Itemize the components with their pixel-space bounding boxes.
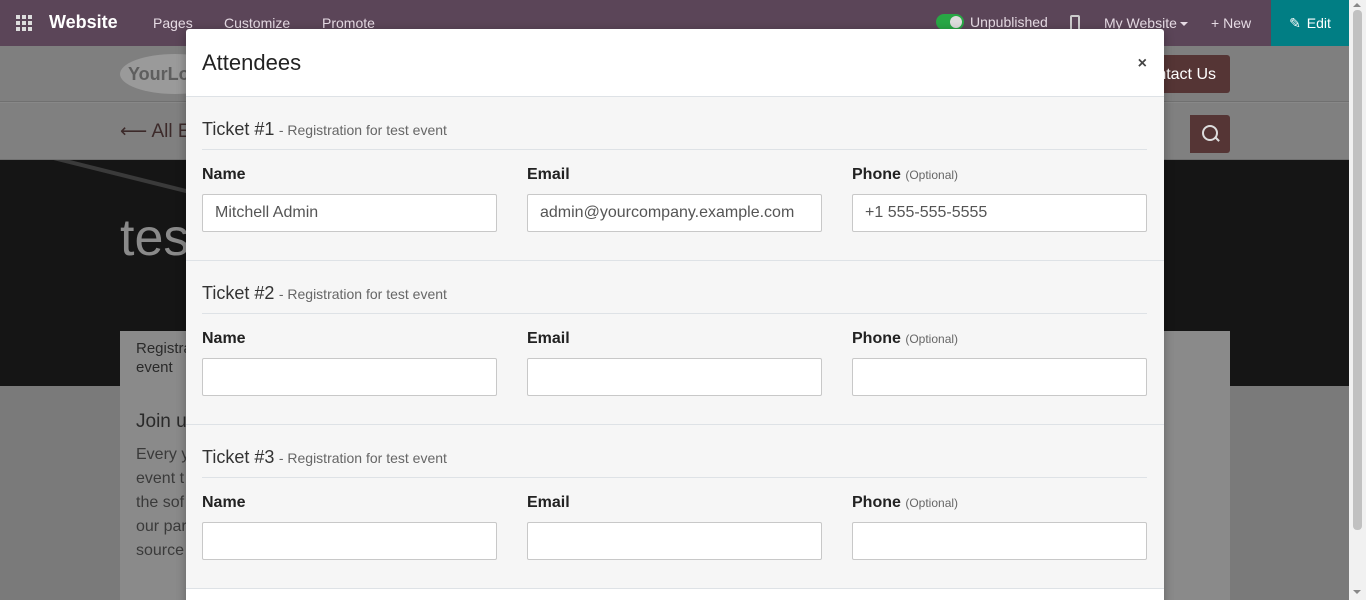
close-icon[interactable]: × (1138, 55, 1147, 73)
name-field-group: Name (202, 166, 497, 232)
phone-label: Phone (Optional) (852, 166, 1147, 184)
email-input[interactable] (527, 194, 822, 232)
scroll-thumb[interactable] (1353, 10, 1362, 530)
event-title: tes (120, 209, 190, 267)
scroll-down-icon[interactable] (1353, 590, 1361, 594)
publish-toggle[interactable]: Unpublished (936, 14, 1048, 30)
name-input[interactable] (202, 522, 497, 560)
back-label: All E (151, 121, 191, 142)
apps-grid-icon[interactable] (16, 15, 32, 31)
edit-button-label: Edit (1306, 15, 1331, 31)
edit-button[interactable]: ✎ Edit (1271, 0, 1349, 46)
pencil-icon: ✎ (1289, 14, 1301, 31)
search-icon (1190, 115, 1230, 153)
name-field-group: Name (202, 330, 497, 396)
ticket-number: Ticket #3 (202, 447, 275, 467)
phone-input[interactable] (852, 522, 1147, 560)
publish-status-label: Unpublished (970, 14, 1048, 30)
ticket-number: Ticket #1 (202, 119, 275, 139)
email-label: Email (527, 330, 570, 347)
plus-icon: + (1211, 15, 1220, 31)
name-input[interactable] (202, 194, 497, 232)
phone-label-text: Phone (852, 494, 901, 511)
ticket-heading: Ticket #1 - Registration for test event (202, 119, 1147, 150)
phone-label-text: Phone (852, 166, 901, 183)
website-brand[interactable]: Website (49, 12, 118, 33)
phone-field-group: Phone (Optional) (852, 166, 1147, 232)
ticket-section: Ticket #3 - Registration for test event … (186, 425, 1164, 589)
modal-header: Attendees × (186, 29, 1164, 97)
back-to-events-link: ⟵ All E (120, 121, 191, 142)
email-field-group: Email (527, 494, 822, 560)
ticket-heading: Ticket #2 - Registration for test event (202, 283, 1147, 314)
email-label: Email (527, 166, 570, 183)
phone-input[interactable] (852, 358, 1147, 396)
name-label: Name (202, 330, 246, 347)
name-label: Name (202, 166, 246, 183)
scroll-up-icon[interactable] (1353, 3, 1361, 7)
name-field-group: Name (202, 494, 497, 560)
caret-down-icon (1179, 22, 1188, 27)
ticket-section: Ticket #1 - Registration for test event … (186, 97, 1164, 261)
phone-input[interactable] (852, 194, 1147, 232)
name-input[interactable] (202, 358, 497, 396)
email-label: Email (527, 494, 570, 511)
ticket-number: Ticket #2 (202, 283, 275, 303)
ticket-description: - Registration for test event (278, 450, 447, 466)
ticket-heading: Ticket #3 - Registration for test event (202, 447, 1147, 478)
toggle-switch-icon[interactable] (936, 14, 964, 30)
phone-field-group: Phone (Optional) (852, 494, 1147, 560)
email-field-group: Email (527, 330, 822, 396)
page-scrollbar[interactable] (1349, 0, 1366, 600)
optional-label: (Optional) (905, 496, 959, 510)
new-button-label: New (1223, 15, 1252, 31)
attendees-modal: Attendees × Ticket #1 - Registration for… (186, 29, 1164, 600)
new-button[interactable]: + New (1211, 15, 1251, 31)
ticket-description: - Registration for test event (278, 122, 447, 138)
optional-label: (Optional) (905, 168, 959, 182)
phone-label: Phone (Optional) (852, 330, 1147, 348)
phone-field-group: Phone (Optional) (852, 330, 1147, 396)
ticket-description: - Registration for test event (278, 286, 447, 302)
name-label: Name (202, 494, 246, 511)
modal-title: Attendees (202, 50, 302, 75)
phone-label: Phone (Optional) (852, 494, 1147, 512)
ticket-section: Ticket #2 - Registration for test event … (186, 261, 1164, 425)
phone-label-text: Phone (852, 330, 901, 347)
optional-label: (Optional) (905, 332, 959, 346)
email-input[interactable] (527, 522, 822, 560)
email-field-group: Email (527, 166, 822, 232)
join-heading: Join u (136, 411, 187, 432)
email-input[interactable] (527, 358, 822, 396)
